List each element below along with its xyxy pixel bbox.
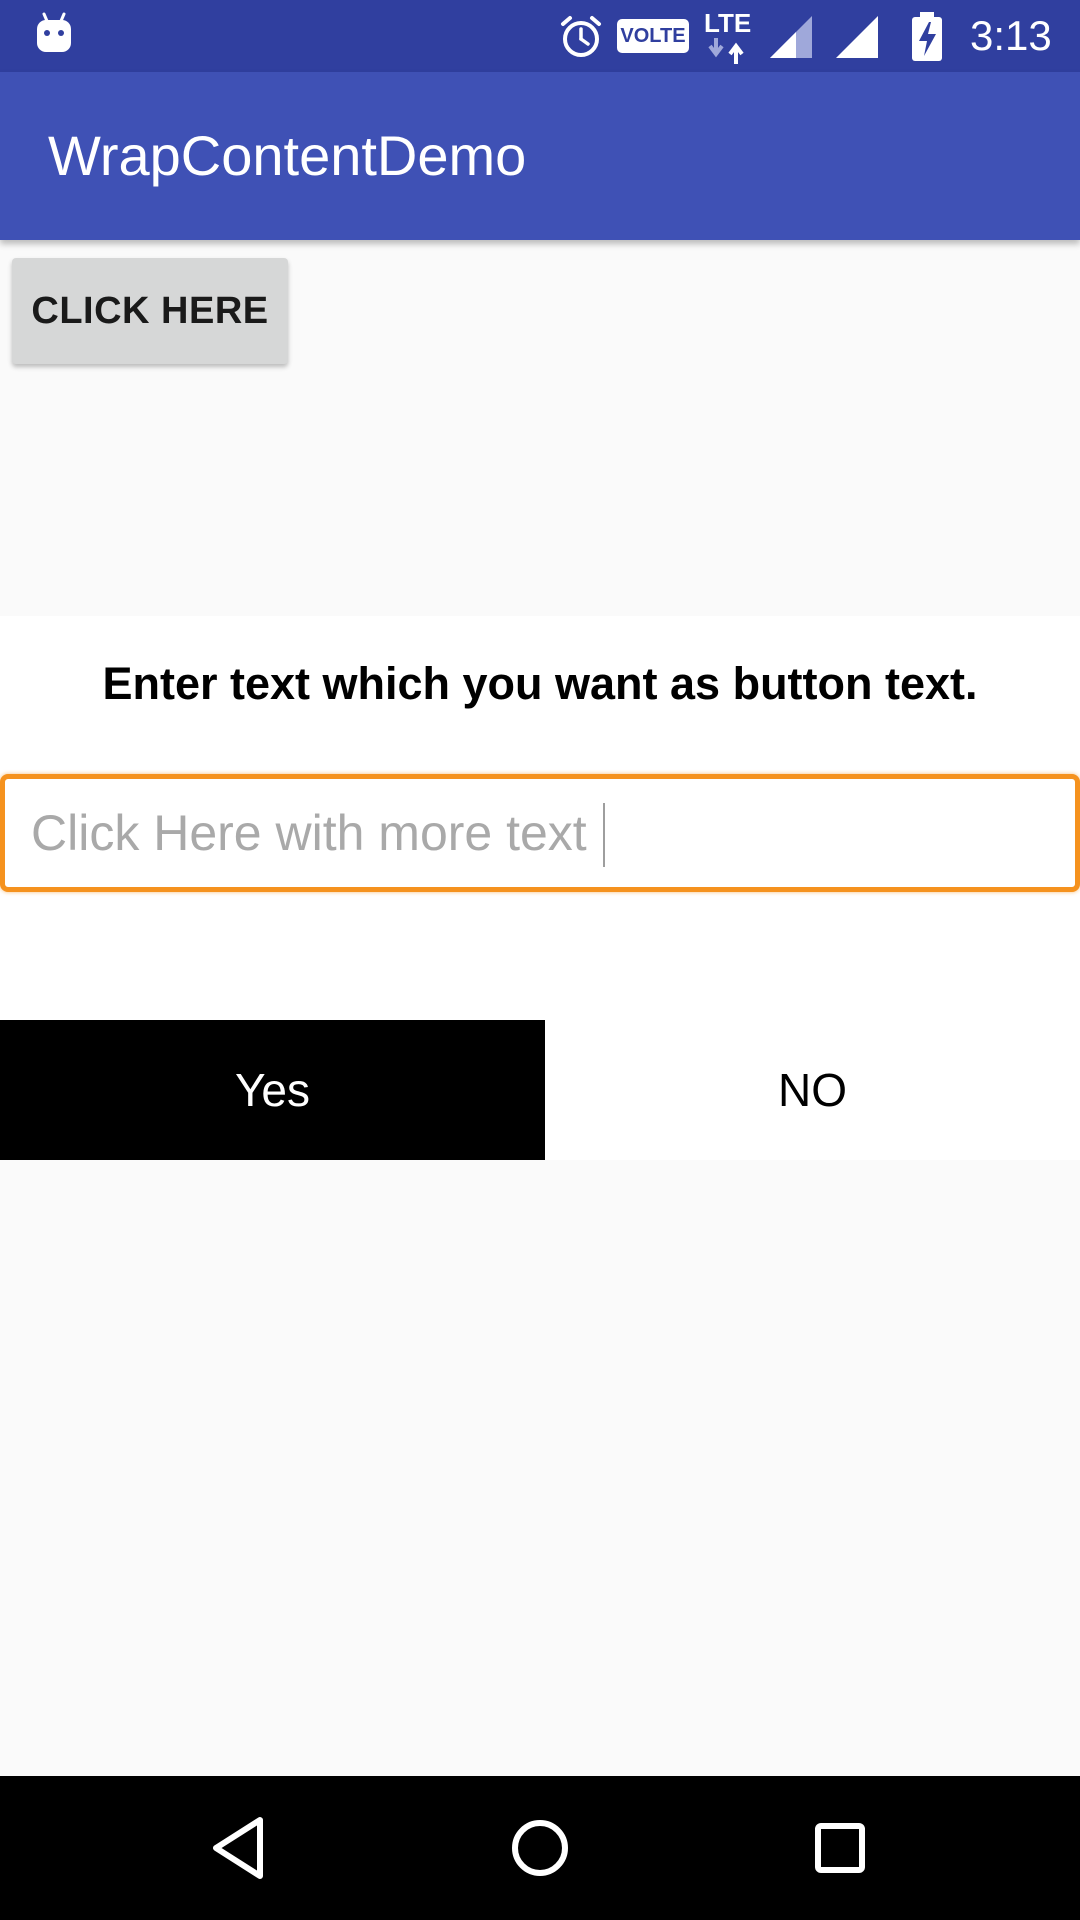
clock: 3:13	[970, 12, 1052, 59]
volte-icon: VOLTE	[617, 19, 689, 53]
home-button[interactable]	[500, 1808, 580, 1888]
lte-data-icon: LTE	[704, 8, 751, 64]
signal-icon	[836, 16, 878, 58]
screen: VOLTE LTE 3:13 WrapContentDemo CLICK HER…	[0, 0, 1080, 1920]
recents-icon	[815, 1823, 865, 1873]
app-bar: WrapContentDemo	[0, 72, 1080, 240]
status-bar: VOLTE LTE 3:13	[0, 0, 1080, 72]
prompt-text: Enter text which you want as button text…	[102, 658, 978, 709]
recents-button[interactable]	[800, 1808, 880, 1888]
svg-text:LTE: LTE	[704, 8, 751, 38]
button-text-input[interactable]	[31, 779, 1051, 887]
yes-button[interactable]: Yes	[0, 1020, 545, 1160]
no-button[interactable]: NO	[545, 1020, 1080, 1160]
battery-charging-icon	[912, 12, 942, 61]
signal-icon	[770, 16, 812, 58]
button-text-field[interactable]	[0, 774, 1080, 892]
click-here-button[interactable]: CLICK HERE	[12, 258, 288, 364]
back-button[interactable]	[200, 1808, 280, 1888]
home-icon	[512, 1820, 568, 1876]
alarm-icon	[561, 16, 601, 57]
text-cursor	[603, 803, 605, 867]
app-title: WrapContentDemo	[48, 124, 527, 187]
back-icon	[213, 1817, 263, 1879]
navigation-bar	[0, 1776, 1080, 1920]
input-panel: Enter text which you want as button text…	[0, 616, 1080, 1160]
android-debug-icon	[37, 12, 71, 52]
